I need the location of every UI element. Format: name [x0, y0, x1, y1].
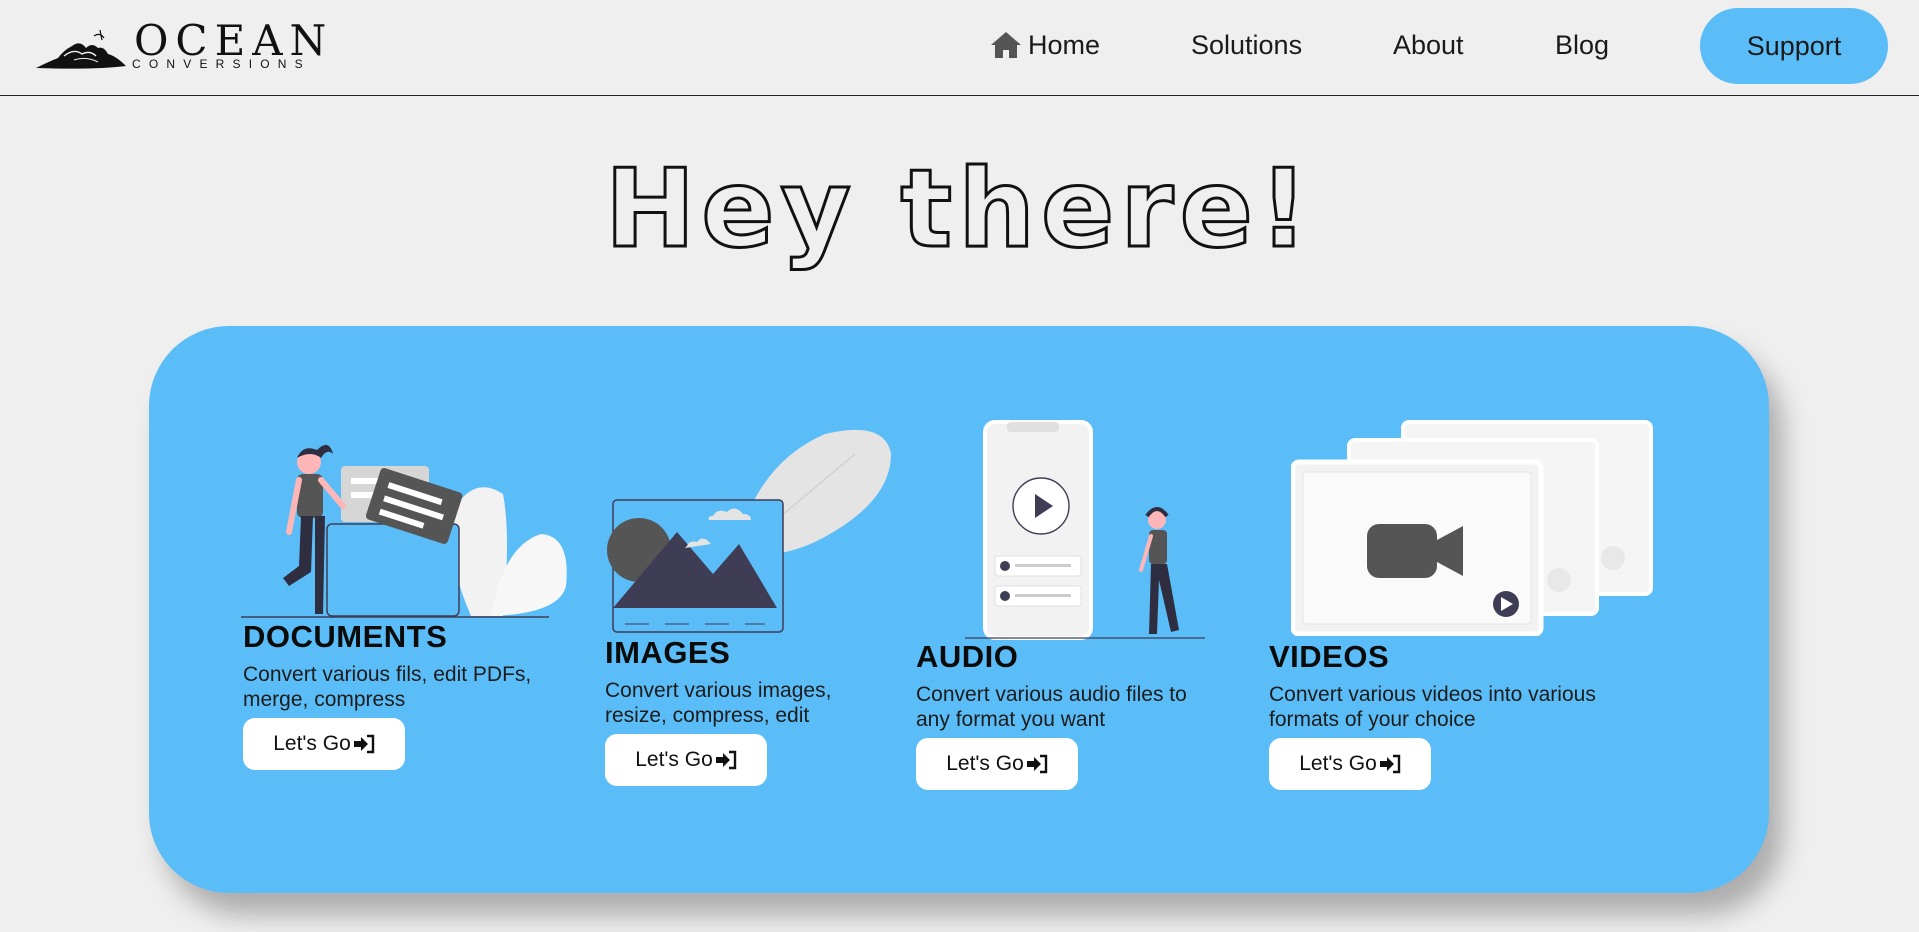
documents-title: DOCUMENTS [243, 619, 448, 654]
images-go-label: Let's Go [635, 748, 713, 771]
services-panel: DOCUMENTS Convert various fils, edit PDF… [149, 326, 1769, 893]
home-icon [991, 32, 1021, 58]
videos-title: VIDEOS [1269, 639, 1390, 674]
documents-description: Convert various fils, edit PDFs, merge, … [243, 663, 532, 711]
audio-illustration [965, 420, 1205, 640]
audio-title: AUDIO [916, 639, 1019, 674]
logo-wordmark: OCEAN [134, 16, 334, 65]
audio-description: Convert various audio files to any forma… [916, 683, 1187, 731]
sign-in-icon [715, 750, 736, 770]
videos-go-label: Let's Go [1299, 752, 1377, 775]
videos-go-button[interactable]: Let's Go [1269, 738, 1431, 790]
hero-title: Hey there! [603, 146, 1315, 274]
images-description: Convert various images, resize, compress… [605, 679, 832, 727]
navbar: OCEAN CONVERSIONS Home Solutions About B… [0, 0, 1919, 96]
nav-blog-link[interactable]: Blog [1555, 28, 1609, 62]
audio-go-label: Let's Go [946, 752, 1024, 775]
documents-go-button[interactable]: Let's Go [243, 718, 405, 770]
videos-description: Convert various videos into various form… [1269, 683, 1596, 731]
nav-home-label: Home [1028, 30, 1101, 60]
logo-subtitle: CONVERSIONS [132, 57, 311, 71]
images-go-button[interactable]: Let's Go [605, 734, 767, 786]
sign-in-icon [353, 734, 374, 754]
logo[interactable]: OCEAN CONVERSIONS [34, 20, 326, 72]
support-button[interactable]: Support [1700, 8, 1888, 84]
nav-solutions-link[interactable]: Solutions [1191, 28, 1302, 62]
nav-about-link[interactable]: About [1393, 28, 1464, 62]
sign-in-icon [1379, 754, 1400, 774]
documents-go-label: Let's Go [273, 732, 351, 755]
audio-go-button[interactable]: Let's Go [916, 738, 1078, 790]
nav-home-link[interactable]: Home [990, 28, 1100, 62]
wave-logo-icon [36, 29, 126, 69]
images-title: IMAGES [605, 635, 731, 670]
documents-illustration [241, 444, 567, 618]
videos-illustration [1291, 420, 1653, 636]
images-illustration [607, 429, 891, 633]
sign-in-icon [1026, 754, 1047, 774]
